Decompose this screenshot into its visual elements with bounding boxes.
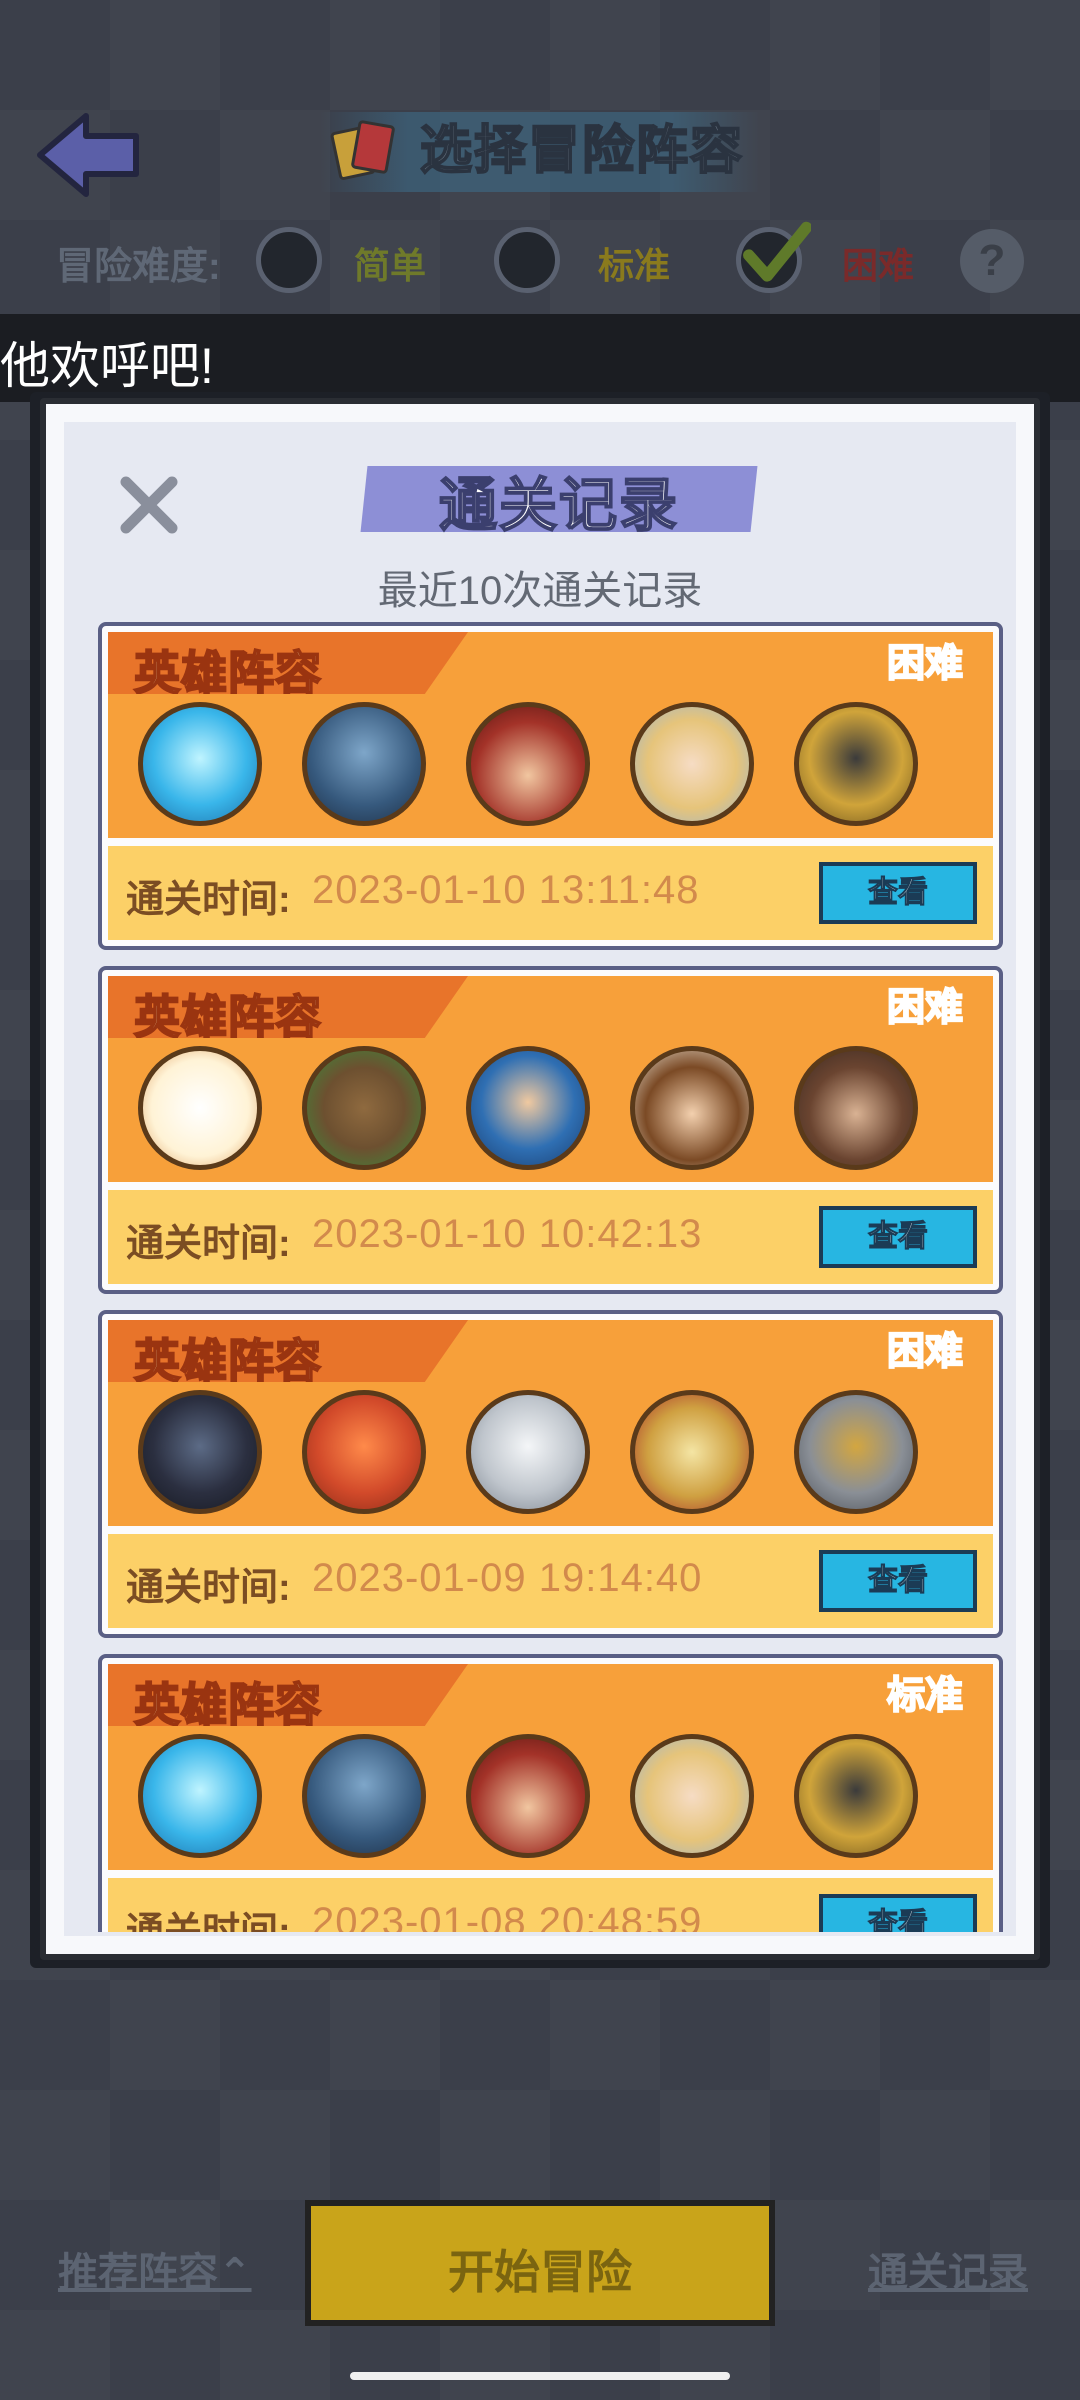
record-card: 英雄阵容 标准 通关时间: 2023-01-08 20:48:59 查看 bbox=[98, 1654, 1003, 1932]
radio-standard[interactable] bbox=[494, 227, 560, 293]
clear-time-label: 通关时间: bbox=[126, 879, 291, 921]
card-tag: 英雄阵容 bbox=[108, 1320, 468, 1382]
check-icon bbox=[743, 221, 811, 282]
dialog-subtitle: 最近10次通关记录 bbox=[377, 569, 703, 613]
toast-text: 他欢呼吧! bbox=[0, 338, 214, 394]
dark-assassin-icon bbox=[138, 1390, 262, 1514]
red-hat-witch-icon bbox=[466, 1734, 590, 1858]
difficulty-label: 冒险难度: bbox=[56, 246, 221, 288]
yellow-robot-icon bbox=[630, 1390, 754, 1514]
card-tag: 英雄阵容 bbox=[108, 1664, 468, 1726]
card-footer: 通关时间: 2023-01-08 20:48:59 查看 bbox=[108, 1878, 993, 1932]
card-footer: 通关时间: 2023-01-09 19:14:40 查看 bbox=[108, 1534, 993, 1628]
card-tag: 英雄阵容 bbox=[108, 976, 468, 1038]
view-button[interactable]: 查看 bbox=[819, 1894, 977, 1932]
dialog-body: 通关记录 最近10次通关记录 英雄阵容 困难 通关时间: 2023-01-10 … bbox=[64, 422, 1016, 1936]
clear-time-value: 2023-01-10 10:42:13 bbox=[312, 1212, 703, 1256]
white-mech-icon bbox=[466, 1390, 590, 1514]
clear-records-link[interactable]: 通关记录 bbox=[868, 2240, 1028, 2298]
clear-time-value: 2023-01-08 20:48:59 bbox=[312, 1900, 703, 1932]
card-tag: 英雄阵容 bbox=[108, 632, 468, 694]
close-icon[interactable] bbox=[116, 472, 182, 538]
treant-icon bbox=[302, 1046, 426, 1170]
view-button[interactable]: 查看 bbox=[819, 862, 977, 924]
start-adventure-label: 开始冒险 bbox=[448, 2246, 632, 2298]
green-eye-golem-icon bbox=[794, 1390, 918, 1514]
option-hard-label[interactable]: 困难 bbox=[842, 237, 914, 289]
blue-hood-archer-icon bbox=[466, 1046, 590, 1170]
card-difficulty-badge: 困难 bbox=[886, 642, 964, 686]
help-icon[interactable]: ? bbox=[960, 229, 1024, 293]
clear-time-label: 通关时间: bbox=[126, 1911, 291, 1932]
red-beast-icon bbox=[302, 1390, 426, 1514]
view-button[interactable]: 查看 bbox=[819, 1550, 977, 1612]
red-hat-witch-icon bbox=[466, 702, 590, 826]
recommend-lineup-link[interactable]: 推荐阵容⌃ bbox=[58, 2240, 252, 2298]
ice-elemental-icon bbox=[138, 1734, 262, 1858]
clear-time-label: 通关时间: bbox=[126, 1223, 291, 1265]
ice-elemental-icon bbox=[138, 702, 262, 826]
card-footer: 通关时间: 2023-01-10 13:11:48 查看 bbox=[108, 846, 993, 940]
page-title: 选择冒险阵容 bbox=[419, 121, 745, 181]
start-adventure-button[interactable]: 开始冒险 bbox=[305, 2200, 775, 2326]
light-orb-icon bbox=[138, 1046, 262, 1170]
clear-time-value: 2023-01-09 19:14:40 bbox=[312, 1556, 703, 1600]
records-list[interactable]: 英雄阵容 困难 通关时间: 2023-01-10 13:11:48 查看 英雄阵… bbox=[98, 622, 1003, 1932]
toast-banner: 他欢呼吧! bbox=[0, 314, 1080, 402]
blonde-mage-icon bbox=[630, 1734, 754, 1858]
blue-fire-spirit-icon bbox=[302, 702, 426, 826]
view-button[interactable]: 查看 bbox=[819, 1206, 977, 1268]
clear-time-value: 2023-01-10 13:11:48 bbox=[312, 868, 700, 912]
home-indicator[interactable] bbox=[350, 2372, 730, 2380]
cards-icon bbox=[330, 120, 395, 180]
cowboy-hat-gunner-icon bbox=[794, 1046, 918, 1170]
card-difficulty-badge: 困难 bbox=[886, 986, 964, 1030]
golden-knight-icon bbox=[794, 702, 918, 826]
back-arrow-icon[interactable] bbox=[36, 112, 141, 198]
option-easy-label[interactable]: 简单 bbox=[354, 237, 426, 289]
card-footer: 通关时间: 2023-01-10 10:42:13 查看 bbox=[108, 1190, 993, 1284]
dialog-title: 通关记录 bbox=[438, 472, 679, 539]
blonde-mage-icon bbox=[630, 702, 754, 826]
record-card: 英雄阵容 困难 通关时间: 2023-01-10 13:11:48 查看 bbox=[98, 622, 1003, 950]
record-card: 英雄阵容 困难 通关时间: 2023-01-09 19:14:40 查看 bbox=[98, 1310, 1003, 1638]
card-difficulty-badge: 标准 bbox=[886, 1674, 964, 1718]
radio-easy[interactable] bbox=[256, 227, 322, 293]
record-card: 英雄阵容 困难 通关时间: 2023-01-10 10:42:13 查看 bbox=[98, 966, 1003, 1294]
golden-knight-icon bbox=[794, 1734, 918, 1858]
clear-time-label: 通关时间: bbox=[126, 1567, 291, 1609]
radio-hard[interactable] bbox=[736, 221, 811, 293]
blue-fire-spirit-icon bbox=[302, 1734, 426, 1858]
option-standard-label[interactable]: 标准 bbox=[598, 237, 670, 289]
records-dialog: 通关记录 最近10次通关记录 英雄阵容 困难 通关时间: 2023-01-10 … bbox=[40, 398, 1040, 1960]
difficulty-row: 冒险难度: 简单 标准 困难 ? bbox=[56, 221, 1036, 295]
brown-hair-swordsman-icon bbox=[630, 1046, 754, 1170]
card-difficulty-badge: 困难 bbox=[886, 1330, 964, 1374]
